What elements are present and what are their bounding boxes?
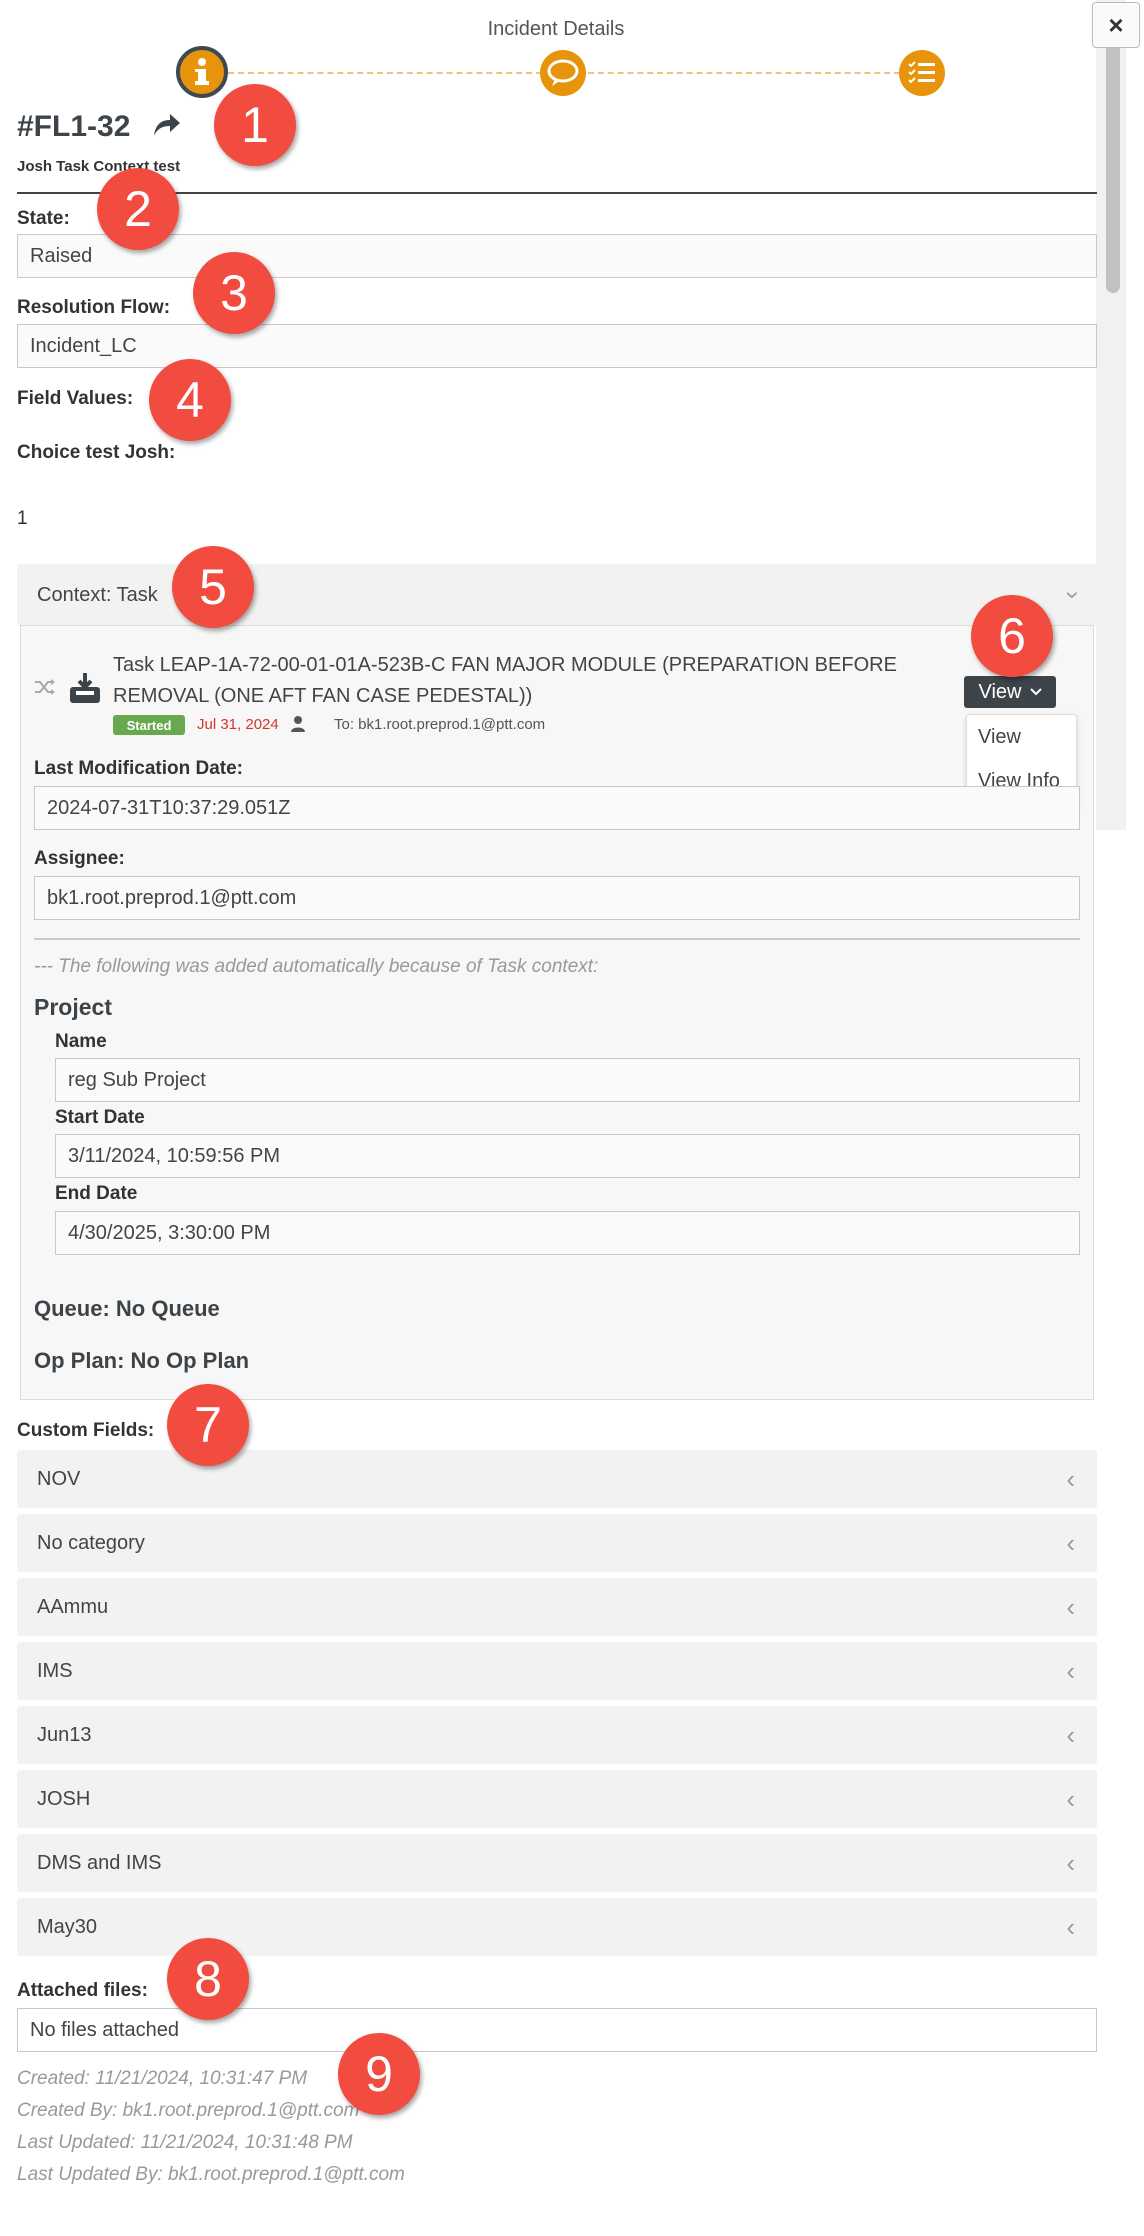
annotation-badge: 4 bbox=[149, 359, 231, 441]
last-modification-label: Last Modification Date: bbox=[34, 758, 244, 779]
accordion-label: NOV bbox=[37, 1467, 81, 1490]
view-button-label: View bbox=[978, 680, 1022, 703]
annotation-badge: 5 bbox=[172, 546, 254, 628]
accordion-label: May30 bbox=[37, 1915, 98, 1938]
custom-field-accordion[interactable]: IMS ‹ bbox=[17, 1642, 1097, 1700]
project-title: Project bbox=[34, 994, 112, 1020]
project-end-label: End Date bbox=[55, 1183, 138, 1204]
accordion-label: AAmmu bbox=[37, 1595, 109, 1618]
assignee-label: Assignee: bbox=[34, 848, 125, 869]
inbox-download-icon bbox=[68, 671, 102, 710]
attached-files-label: Attached files: bbox=[17, 1980, 148, 2001]
field-values-label: Field Values: bbox=[17, 388, 134, 409]
accordion-label: No category bbox=[37, 1531, 145, 1554]
chevron-left-icon: ‹ bbox=[1066, 1847, 1075, 1878]
project-start-label: Start Date bbox=[55, 1107, 145, 1128]
resolution-flow-label: Resolution Flow: bbox=[17, 297, 171, 318]
last-updated-text: Last Updated: 11/21/2024, 10:31:48 PM bbox=[17, 2132, 353, 2153]
chevron-down-icon bbox=[1029, 688, 1042, 696]
task-date: Jul 31, 2024 bbox=[197, 716, 279, 733]
step-info[interactable] bbox=[176, 46, 228, 98]
info-icon bbox=[195, 58, 209, 85]
choice-value: 1 bbox=[17, 508, 28, 529]
custom-fields-label: Custom Fields: bbox=[17, 1420, 155, 1441]
stepper-connector bbox=[228, 72, 542, 74]
checklist-icon bbox=[908, 61, 935, 84]
menu-item-view[interactable]: View bbox=[967, 715, 1076, 759]
header-divider bbox=[17, 192, 1097, 194]
op-plan-text: Op Plan: No Op Plan bbox=[34, 1348, 250, 1373]
chevron-left-icon: ‹ bbox=[1066, 1463, 1075, 1494]
project-start-field[interactable]: 3/11/2024, 10:59:56 PM bbox=[55, 1134, 1080, 1178]
chevron-left-icon: ‹ bbox=[1066, 1591, 1075, 1622]
context-divider bbox=[34, 938, 1080, 940]
share-icon[interactable] bbox=[152, 112, 182, 143]
chevron-down-icon: ‹ bbox=[1057, 591, 1084, 599]
user-icon bbox=[291, 716, 305, 737]
annotation-badge: 9 bbox=[338, 2033, 420, 2115]
custom-field-accordion[interactable]: May30 ‹ bbox=[17, 1898, 1097, 1956]
created-text: Created: 11/21/2024, 10:31:47 PM bbox=[17, 2068, 308, 2089]
project-end-field[interactable]: 4/30/2025, 3:30:00 PM bbox=[55, 1211, 1080, 1255]
custom-field-accordion[interactable]: Jun13 ‹ bbox=[17, 1706, 1097, 1764]
chevron-left-icon: ‹ bbox=[1066, 1911, 1075, 1942]
annotation-badge: 2 bbox=[97, 168, 179, 250]
attached-files-field: No files attached bbox=[17, 2008, 1097, 2052]
custom-field-accordion[interactable]: JOSH ‹ bbox=[17, 1770, 1097, 1828]
custom-field-accordion[interactable]: NOV ‹ bbox=[17, 1450, 1097, 1508]
context-title: Context: Task bbox=[37, 583, 158, 606]
speech-bubble-icon bbox=[547, 59, 579, 86]
project-name-field[interactable]: reg Sub Project bbox=[55, 1058, 1080, 1102]
annotation-badge: 1 bbox=[214, 84, 296, 166]
status-badge: Started bbox=[113, 715, 185, 735]
task-assigned-to: To: bk1.root.preprod.1@ptt.com bbox=[334, 716, 546, 733]
step-checklist[interactable] bbox=[899, 50, 945, 96]
state-field[interactable]: Raised bbox=[17, 234, 1097, 278]
annotation-badge: 6 bbox=[971, 595, 1053, 677]
chevron-left-icon: ‹ bbox=[1066, 1719, 1075, 1750]
incident-id: #FL1-32 bbox=[17, 110, 131, 143]
context-panel bbox=[20, 625, 1094, 1400]
state-label: State: bbox=[17, 208, 70, 229]
project-name-label: Name bbox=[55, 1031, 107, 1052]
view-dropdown-button[interactable]: View bbox=[964, 676, 1056, 708]
created-by-text: Created By: bk1.root.preprod.1@ptt.com bbox=[17, 2100, 360, 2121]
annotation-badge: 7 bbox=[167, 1384, 249, 1466]
annotation-badge: 8 bbox=[167, 1938, 249, 2020]
page-title: Incident Details bbox=[487, 18, 625, 40]
annotation-badge: 3 bbox=[193, 252, 275, 334]
choice-label: Choice test Josh: bbox=[17, 442, 176, 463]
accordion-label: Jun13 bbox=[37, 1723, 92, 1746]
accordion-label: IMS bbox=[37, 1659, 73, 1682]
chevron-left-icon: ‹ bbox=[1066, 1527, 1075, 1558]
queue-text: Queue: No Queue bbox=[34, 1296, 220, 1321]
custom-field-accordion[interactable]: No category ‹ bbox=[17, 1514, 1097, 1572]
accordion-label: JOSH bbox=[37, 1787, 91, 1810]
custom-field-accordion[interactable]: DMS and IMS ‹ bbox=[17, 1834, 1097, 1892]
auto-added-note: --- The following was added automaticall… bbox=[34, 956, 599, 977]
assignee-field[interactable]: bk1.root.preprod.1@ptt.com bbox=[34, 876, 1080, 920]
task-title[interactable]: Task LEAP-1A-72-00-01-01A-523B-C FAN MAJ… bbox=[113, 650, 933, 712]
stepper-connector bbox=[588, 72, 900, 74]
step-comments[interactable] bbox=[540, 50, 586, 96]
last-modification-field[interactable]: 2024-07-31T10:37:29.051Z bbox=[34, 786, 1080, 830]
last-updated-by-text: Last Updated By: bk1.root.preprod.1@ptt.… bbox=[17, 2164, 405, 2185]
scrollbar-thumb[interactable] bbox=[1106, 18, 1120, 293]
shuffle-icon bbox=[34, 678, 56, 701]
chevron-left-icon: ‹ bbox=[1066, 1655, 1075, 1686]
chevron-left-icon: ‹ bbox=[1066, 1783, 1075, 1814]
accordion-label: DMS and IMS bbox=[37, 1851, 162, 1874]
custom-field-accordion[interactable]: AAmmu ‹ bbox=[17, 1578, 1097, 1636]
